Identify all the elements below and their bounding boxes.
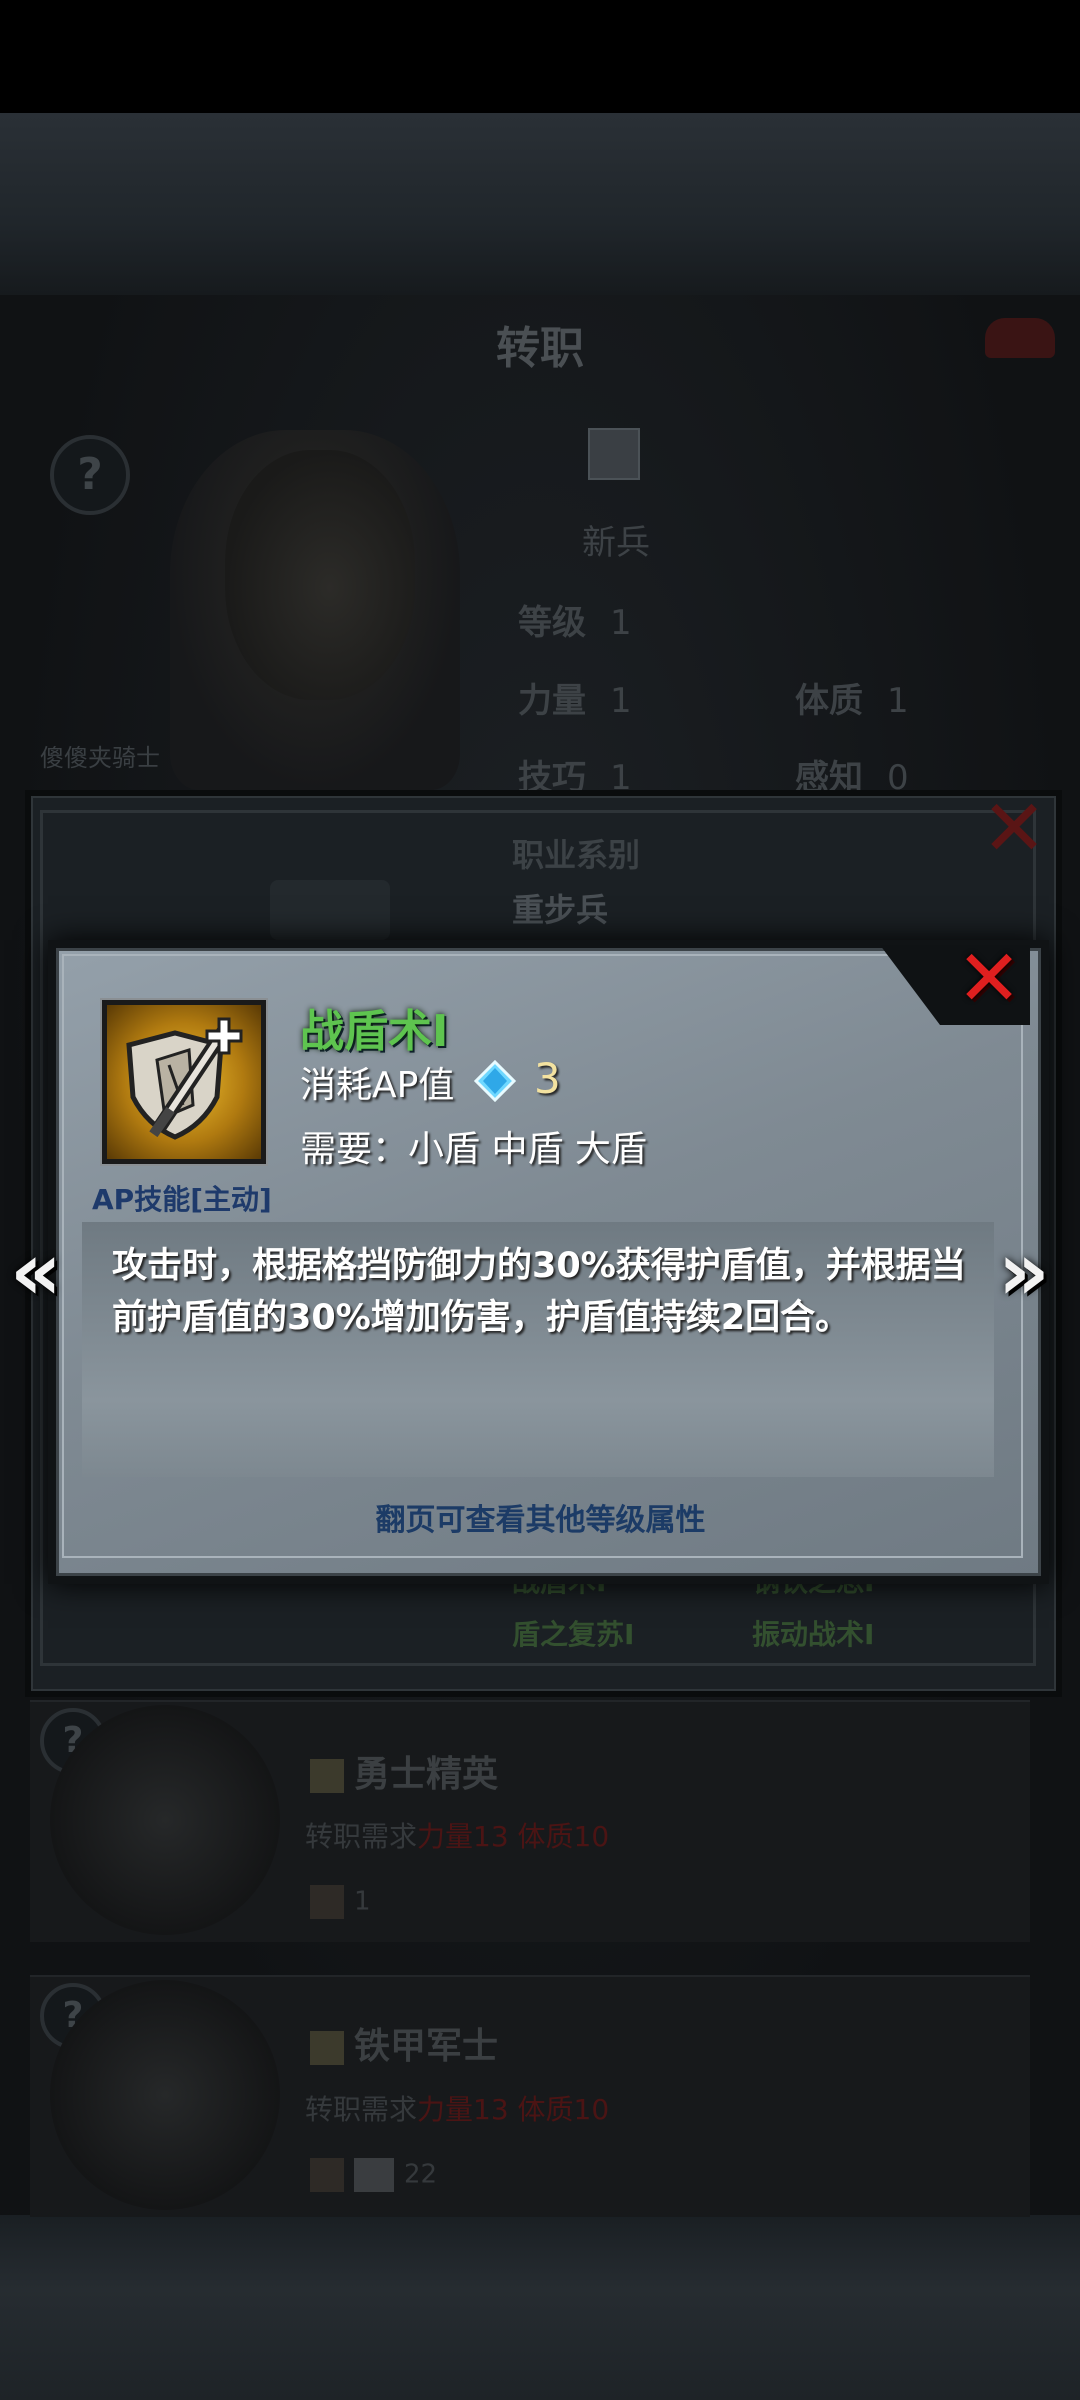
stat-strength-value: 1 — [610, 681, 632, 721]
job-card-name-text: 铁甲军士 — [354, 2026, 499, 2067]
skill-type: AP技能[主动] — [92, 1183, 272, 1216]
job-card-req-values: 力量13 体质10 — [417, 1820, 610, 1853]
skill-name: 战盾术I — [300, 1006, 449, 1057]
skill-link[interactable]: 盾之复苏I — [512, 1613, 634, 1653]
lock-icon — [310, 1759, 344, 1793]
material-icon — [310, 1885, 344, 1919]
job-card-requirement: 转职需求力量13 体质10 — [305, 1815, 609, 1855]
character-job: 新兵 — [582, 523, 650, 563]
diamond-gem-icon — [473, 1059, 517, 1103]
double-chevron-right-icon[interactable]: » — [998, 1232, 1050, 1312]
material-icon — [354, 2158, 394, 2192]
character-face — [225, 450, 415, 700]
top-banner — [0, 113, 1080, 295]
double-chevron-left-icon[interactable]: « — [10, 1232, 62, 1312]
stat-strength: 力量 1 — [518, 673, 632, 722]
job-card-material-count: 1 — [354, 1886, 371, 1917]
job-category-label: 职业系别 — [512, 836, 641, 874]
status-bar-area — [0, 0, 1080, 113]
page-hint: 翻页可查看其他等级属性 — [375, 1503, 706, 1538]
stat-level-value: 1 — [610, 603, 632, 643]
ap-cost-label: 消耗AP值 — [300, 1065, 455, 1106]
stat-constitution-label: 体质 — [795, 681, 863, 721]
job-card-requirement: 转职需求力量13 体质10 — [305, 2088, 609, 2128]
stat-level: 等级 1 — [518, 595, 632, 644]
stat-constitution: 体质 1 — [795, 673, 909, 722]
help-icon[interactable]: ? — [50, 435, 130, 515]
job-card-material-count: 22 — [404, 2159, 438, 2190]
stat-constitution-value: 1 — [887, 681, 909, 721]
screen-title: 转职 — [496, 323, 584, 374]
stat-strength-label: 力量 — [518, 681, 586, 721]
skill-description: 攻击时，根据格挡防御力的30%获得护盾值，并根据当前护盾值的30%增加伤害，护盾… — [112, 1246, 966, 1338]
back-button[interactable] — [985, 318, 1055, 358]
job-card-portrait — [50, 1980, 280, 2210]
job-card-portrait — [50, 1705, 280, 1935]
stat-level-label: 等级 — [518, 603, 586, 643]
lock-icon — [310, 2031, 344, 2065]
job-card-req-label: 转职需求 — [305, 2093, 418, 2126]
close-icon[interactable]: ✕ — [975, 790, 1053, 868]
job-card-name-text: 勇士精英 — [354, 1754, 499, 1795]
job-card-name: 勇士精英 — [310, 1745, 498, 1797]
job-category-value: 重步兵 — [512, 891, 609, 929]
close-icon[interactable]: ✕ — [948, 940, 1030, 1022]
bottom-banner — [0, 2215, 1080, 2400]
job-card-material: 22 — [310, 2158, 437, 2192]
material-icon — [310, 2158, 344, 2192]
weapon-slot-icon — [588, 428, 640, 480]
job-card-req-values: 力量13 体质10 — [417, 2093, 610, 2126]
equipment-requirement: 需要：小盾 中盾 大盾 — [300, 1129, 647, 1170]
job-card-material: 1 — [310, 1885, 371, 1919]
weapon-icon — [270, 880, 390, 940]
shield-sword-icon-graphic — [126, 1017, 243, 1140]
job-card-name: 铁甲军士 — [310, 2017, 498, 2069]
character-name: 傻傻夹骑士 — [40, 744, 160, 772]
skill-link[interactable]: 振动战术I — [752, 1613, 874, 1653]
job-card-req-label: 转职需求 — [305, 1820, 418, 1853]
shield-sword-icon — [102, 1000, 266, 1164]
ap-cost-value: 3 — [534, 1054, 561, 1103]
